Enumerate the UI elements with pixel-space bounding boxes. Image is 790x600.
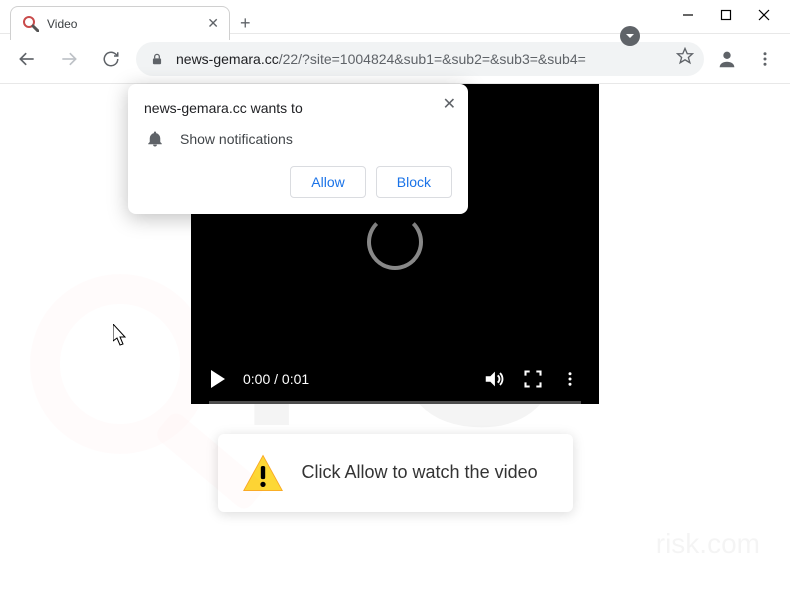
back-button[interactable] — [10, 42, 44, 76]
dialog-close-icon[interactable]: ✕ — [443, 94, 456, 114]
cursor-icon — [113, 324, 131, 353]
dialog-buttons: Allow Block — [144, 166, 452, 198]
close-window-button[interactable] — [758, 8, 770, 26]
fullscreen-icon[interactable] — [523, 369, 543, 389]
tab-strip: Video ✕ + — [0, 0, 261, 40]
forward-button[interactable] — [52, 42, 86, 76]
warning-icon — [242, 452, 284, 494]
loading-spinner-icon — [367, 214, 423, 270]
allow-button[interactable]: Allow — [290, 166, 365, 198]
reload-button[interactable] — [94, 42, 128, 76]
permission-row: Show notifications — [146, 130, 450, 148]
video-time: 0:00 / 0:01 — [243, 371, 309, 387]
url-host: news-gemara.cc — [176, 51, 279, 67]
address-bar[interactable]: news-gemara.cc/22/?site=1004824&sub1=&su… — [136, 42, 704, 76]
bell-icon — [146, 130, 164, 148]
profile-button[interactable] — [712, 44, 742, 74]
video-more-icon[interactable] — [561, 370, 579, 388]
tab-close-icon[interactable]: ✕ — [207, 15, 219, 32]
window-controls — [682, 0, 790, 26]
window-titlebar: Video ✕ + — [0, 0, 790, 34]
allow-prompt-card: Click Allow to watch the video — [218, 434, 573, 512]
video-controls: 0:00 / 0:01 — [191, 354, 599, 404]
minimize-button[interactable] — [682, 8, 694, 26]
url-path: /22/?site=1004824&sub1=&sub2=&sub3=&sub4… — [279, 51, 586, 67]
bookmark-star-icon[interactable] — [676, 47, 694, 70]
browser-tab[interactable]: Video ✕ — [10, 6, 230, 40]
downloads-indicator-icon[interactable] — [620, 26, 640, 46]
block-button[interactable]: Block — [376, 166, 452, 198]
favicon-icon — [23, 16, 39, 32]
video-progress-bar[interactable] — [209, 401, 581, 404]
kebab-menu-icon[interactable] — [750, 44, 780, 74]
browser-toolbar: news-gemara.cc/22/?site=1004824&sub1=&su… — [0, 34, 790, 84]
url-text: news-gemara.cc/22/?site=1004824&sub1=&su… — [176, 51, 668, 67]
tab-title: Video — [47, 17, 199, 31]
permission-label: Show notifications — [180, 131, 293, 147]
lock-icon[interactable] — [146, 48, 168, 70]
dialog-title: news-gemara.cc wants to — [144, 100, 452, 116]
maximize-button[interactable] — [720, 8, 732, 26]
volume-icon[interactable] — [483, 368, 505, 390]
notification-permission-dialog: ✕ news-gemara.cc wants to Show notificat… — [128, 84, 468, 214]
play-icon[interactable] — [211, 370, 225, 388]
allow-prompt-text: Click Allow to watch the video — [302, 461, 538, 484]
new-tab-button[interactable]: + — [230, 13, 261, 34]
